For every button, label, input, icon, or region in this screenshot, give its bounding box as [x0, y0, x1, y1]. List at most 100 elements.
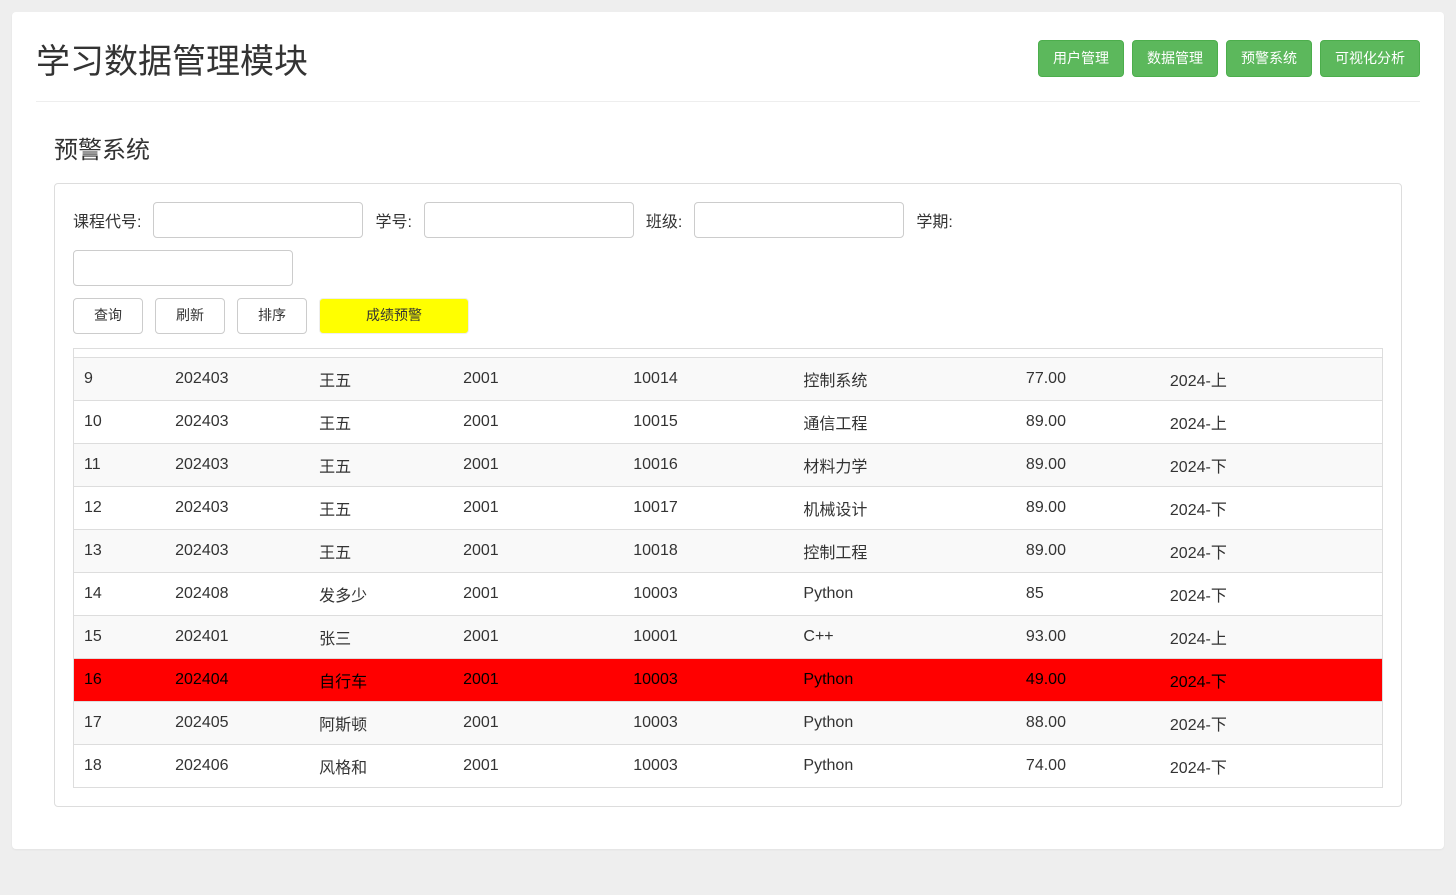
query-button[interactable]: 查询	[73, 298, 143, 334]
cell-idx: 13	[74, 529, 166, 572]
table-row[interactable]: 12202403王五200110017机械设计89.002024-下	[74, 486, 1383, 529]
nav-warning-button[interactable]: 预警系统	[1226, 40, 1312, 78]
cell-sid: 202403	[165, 529, 309, 572]
cell-cls: 2001	[453, 744, 623, 787]
cell-term: 2024-下	[1160, 658, 1383, 701]
cell-cls: 2001	[453, 357, 623, 400]
cell-score: 89.00	[1016, 348, 1160, 358]
section-title: 预警系统	[54, 130, 1420, 165]
cell-score: 74.00	[1016, 744, 1160, 787]
cell-score: 89.00	[1016, 400, 1160, 443]
cell-cls: 2001	[453, 615, 623, 658]
cell-score: 93.00	[1016, 615, 1160, 658]
cell-name: 张三	[309, 615, 453, 658]
cell-course: 机械设计	[793, 486, 1016, 529]
cell-term: 2024-下	[1160, 701, 1383, 744]
cell-sid: 202401	[165, 615, 309, 658]
score-warning-button[interactable]: 成绩预警	[319, 298, 469, 334]
course-code-label: 课程代号:	[73, 208, 141, 232]
cell-idx: 10	[74, 400, 166, 443]
course-code-input[interactable]	[153, 202, 363, 238]
table-row[interactable]: 18202406风格和200110003Python74.002024-下	[74, 744, 1383, 787]
table-row[interactable]: 9202403王五200110014控制系统77.002024-上	[74, 357, 1383, 400]
cell-term: 2024-下	[1160, 744, 1383, 787]
cell-name: 阿斯顿	[309, 701, 453, 744]
cell-score: 89.00	[1016, 443, 1160, 486]
cell-name: 王五	[309, 486, 453, 529]
cell-cls: 2002	[453, 348, 623, 358]
cell-term: 2024-下	[1160, 486, 1383, 529]
cell-score: 77.00	[1016, 357, 1160, 400]
cell-course: 控制系统	[793, 357, 1016, 400]
student-id-input[interactable]	[424, 202, 634, 238]
cell-sid: 202403	[165, 443, 309, 486]
cell-sid: 202402	[165, 348, 309, 358]
nav-buttons: 用户管理 数据管理 预警系统 可视化分析	[1038, 40, 1420, 78]
cell-score: 49.00	[1016, 658, 1160, 701]
cell-idx: 18	[74, 744, 166, 787]
cell-course: 材料力学	[793, 443, 1016, 486]
table-scroll-container[interactable]: 8202402李四200210003Python89.002024-上92024…	[73, 348, 1383, 788]
cell-course: Python	[793, 701, 1016, 744]
cell-cls: 2001	[453, 443, 623, 486]
cell-idx: 17	[74, 701, 166, 744]
cell-cls: 2001	[453, 701, 623, 744]
cell-term: 2024-上	[1160, 348, 1383, 358]
cell-cid: 10017	[623, 486, 793, 529]
cell-cls: 2001	[453, 486, 623, 529]
cell-cid: 10014	[623, 357, 793, 400]
cell-cid: 10015	[623, 400, 793, 443]
data-table: 8202402李四200210003Python89.002024-上92024…	[73, 348, 1383, 788]
cell-course: 控制工程	[793, 529, 1016, 572]
cell-idx: 15	[74, 615, 166, 658]
page-title: 学习数据管理模块	[36, 34, 308, 83]
cell-sid: 202403	[165, 400, 309, 443]
table-row[interactable]: 14202408发多少200110003Python852024-下	[74, 572, 1383, 615]
cell-name: 王五	[309, 529, 453, 572]
cell-term: 2024-下	[1160, 572, 1383, 615]
cell-idx: 8	[74, 348, 166, 358]
cell-sid: 202406	[165, 744, 309, 787]
cell-score: 88.00	[1016, 701, 1160, 744]
table-row[interactable]: 8202402李四200210003Python89.002024-上	[74, 348, 1383, 358]
table-row[interactable]: 16202404自行车200110003Python49.002024-下	[74, 658, 1383, 701]
table-row[interactable]: 10202403王五200110015通信工程89.002024-上	[74, 400, 1383, 443]
cell-name: 风格和	[309, 744, 453, 787]
cell-cid: 10003	[623, 744, 793, 787]
class-input[interactable]	[694, 202, 904, 238]
cell-idx: 12	[74, 486, 166, 529]
cell-cid: 10003	[623, 348, 793, 358]
refresh-button[interactable]: 刷新	[155, 298, 225, 334]
table-row[interactable]: 15202401张三200110001C++93.002024-上	[74, 615, 1383, 658]
table-row[interactable]: 13202403王五200110018控制工程89.002024-下	[74, 529, 1383, 572]
term-label: 学期:	[916, 208, 952, 232]
cell-cls: 2001	[453, 572, 623, 615]
cell-score: 89.00	[1016, 529, 1160, 572]
nav-visual-analysis-button[interactable]: 可视化分析	[1320, 40, 1420, 78]
cell-idx: 9	[74, 357, 166, 400]
cell-name: 王五	[309, 357, 453, 400]
nav-user-mgmt-button[interactable]: 用户管理	[1038, 40, 1124, 78]
nav-data-mgmt-button[interactable]: 数据管理	[1132, 40, 1218, 78]
header: 学习数据管理模块 用户管理 数据管理 预警系统 可视化分析	[36, 34, 1420, 102]
cell-course: 通信工程	[793, 400, 1016, 443]
sort-button[interactable]: 排序	[237, 298, 307, 334]
cell-idx: 16	[74, 658, 166, 701]
cell-name: 王五	[309, 400, 453, 443]
cell-term: 2024-上	[1160, 615, 1383, 658]
cell-name: 发多少	[309, 572, 453, 615]
cell-sid: 202405	[165, 701, 309, 744]
table-row[interactable]: 11202403王五200110016材料力学89.002024-下	[74, 443, 1383, 486]
filter-row-1: 课程代号: 学号: 班级: 学期:	[55, 202, 1401, 250]
action-row: 查询 刷新 排序 成绩预警	[55, 298, 1401, 348]
cell-course: Python	[793, 348, 1016, 358]
cell-term: 2024-下	[1160, 529, 1383, 572]
term-input[interactable]	[73, 250, 293, 286]
cell-cid: 10001	[623, 615, 793, 658]
cell-course: Python	[793, 744, 1016, 787]
cell-course: C++	[793, 615, 1016, 658]
cell-idx: 14	[74, 572, 166, 615]
cell-course: Python	[793, 572, 1016, 615]
cell-term: 2024-上	[1160, 357, 1383, 400]
table-row[interactable]: 17202405阿斯顿200110003Python88.002024-下	[74, 701, 1383, 744]
